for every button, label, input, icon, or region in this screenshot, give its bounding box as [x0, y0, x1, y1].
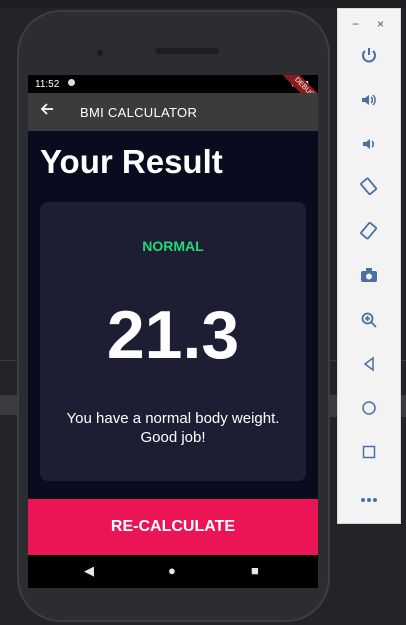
phone-screen: 11:52 ▾◢▮ DEBUG BMI CALCULATOR Your Resu… — [28, 75, 318, 588]
bmi-interpretation: You have a normal body weight. Good job! — [66, 410, 280, 446]
close-icon[interactable]: × — [377, 17, 384, 31]
earpiece — [155, 48, 219, 54]
overview-icon[interactable] — [338, 440, 400, 470]
volume-up-icon[interactable] — [338, 89, 400, 119]
power-icon[interactable] — [338, 44, 400, 74]
home-icon[interactable] — [338, 396, 400, 426]
zoom-icon[interactable] — [338, 309, 400, 339]
app-bar: BMI CALCULATOR — [28, 93, 318, 131]
camera-icon[interactable] — [338, 264, 400, 294]
page-title: Your Result — [40, 143, 223, 180]
ide-top-bar — [0, 0, 406, 8]
more-icon[interactable] — [338, 483, 400, 513]
notification-icon — [68, 79, 75, 86]
status-bar: 11:52 ▾◢▮ DEBUG — [28, 75, 318, 114]
nav-home-icon[interactable]: ● — [168, 563, 176, 578]
nav-overview-icon[interactable]: ■ — [251, 563, 259, 578]
emulator-toolbar: − × — [337, 8, 401, 524]
status-time: 11:52 — [35, 79, 60, 90]
volume-down-icon[interactable] — [338, 133, 400, 163]
back-icon[interactable] — [338, 352, 400, 382]
android-nav-bar: ◀ ● ■ — [28, 555, 318, 588]
result-card: NORMAL 21.3 You have a normal body weigh… — [40, 202, 306, 481]
front-camera — [97, 50, 103, 56]
rotate-left-icon[interactable] — [338, 176, 400, 206]
bmi-value: 21.3 — [106, 297, 240, 373]
bmi-status-label: NORMAL — [142, 238, 204, 254]
rotate-right-icon[interactable] — [338, 221, 400, 251]
arrow-back-icon[interactable] — [40, 102, 54, 121]
recalculate-button[interactable]: RE-CALCULATE — [28, 499, 318, 555]
minimize-icon[interactable]: − — [352, 17, 359, 31]
app-title: BMI CALCULATOR — [80, 105, 198, 120]
nav-back-icon[interactable]: ◀ — [84, 563, 94, 579]
